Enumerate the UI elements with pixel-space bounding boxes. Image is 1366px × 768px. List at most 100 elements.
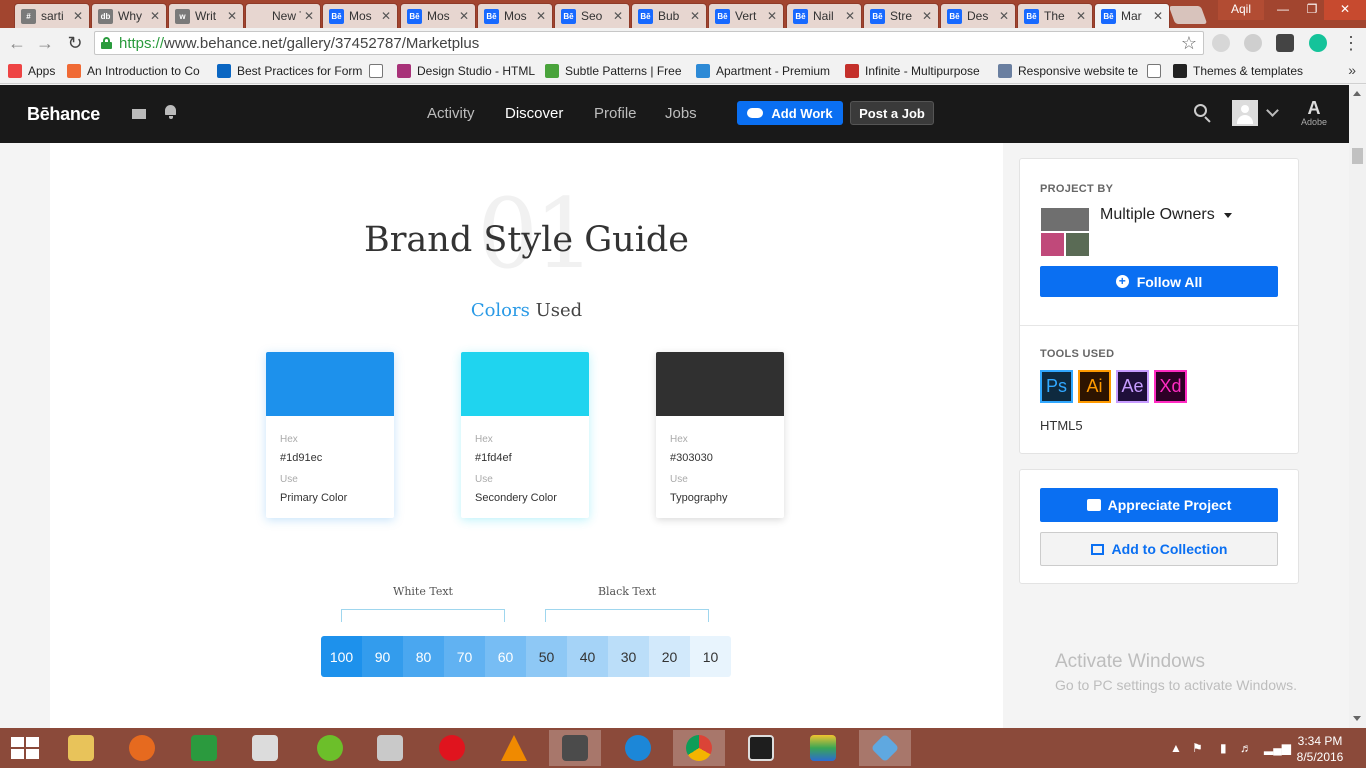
close-window-button[interactable]: ✕	[1324, 0, 1366, 20]
url-text[interactable]: https://www.behance.net/gallery/37452787…	[119, 35, 479, 52]
stack-app-icon[interactable]	[797, 730, 849, 766]
new-tab-button[interactable]	[1168, 6, 1208, 24]
tab-close-icon[interactable]: ✕	[767, 9, 777, 23]
browser-tab[interactable]: Bē Mos ✕	[400, 3, 476, 28]
extension-icon[interactable]	[1212, 34, 1230, 52]
after-effects-icon[interactable]: Ae	[1116, 370, 1149, 403]
battery-icon[interactable]: ▮	[1220, 728, 1227, 768]
tab-close-icon[interactable]: ✕	[459, 9, 469, 23]
tab-close-icon[interactable]: ✕	[999, 9, 1009, 23]
xd-icon[interactable]: Xd	[1154, 370, 1187, 403]
browser-tab[interactable]: Bē The ✕	[1017, 3, 1093, 28]
internet-explorer-icon[interactable]	[612, 730, 664, 766]
back-icon[interactable]: ←	[6, 32, 28, 54]
grammarly-icon[interactable]	[1309, 34, 1327, 52]
browser-tab[interactable]: Bē Mos ✕	[477, 3, 553, 28]
browser-tab[interactable]: Bē Bub ✕	[631, 3, 707, 28]
bookmark-item[interactable]: Subtle Patterns | Free	[545, 62, 687, 80]
network-icon[interactable]: ▂▄▆	[1264, 728, 1291, 768]
bookmark-item[interactable]: Infinite - Multipurpose	[845, 62, 988, 80]
bookmark-item[interactable]: Best Practices for Form	[217, 62, 362, 80]
tab-close-icon[interactable]: ✕	[381, 9, 391, 23]
appreciate-project-button[interactable]: Appreciate Project	[1040, 488, 1278, 522]
scroll-thumb[interactable]	[1352, 148, 1363, 164]
firefox-icon[interactable]	[116, 730, 168, 766]
tab-close-icon[interactable]: ✕	[690, 9, 700, 23]
windows-start-icon[interactable]	[11, 737, 39, 759]
illustrator-icon[interactable]: Ai	[1078, 370, 1111, 403]
tab-close-icon[interactable]: ✕	[845, 9, 855, 23]
editor-app-icon[interactable]	[735, 730, 787, 766]
action-center-icon[interactable]: ⚑	[1192, 728, 1203, 768]
avatar[interactable]	[1232, 100, 1258, 126]
page-scrollbar[interactable]	[1349, 85, 1366, 728]
paint-icon[interactable]	[364, 730, 416, 766]
nav-discover[interactable]: Discover	[505, 105, 563, 122]
browser-tab[interactable]: Bē Seo ✕	[554, 3, 630, 28]
photoshop-icon[interactable]: Ps	[1040, 370, 1073, 403]
nav-profile[interactable]: Profile	[594, 105, 637, 122]
opera-icon[interactable]	[426, 730, 478, 766]
forward-icon[interactable]: →	[34, 32, 56, 54]
mail-app-icon[interactable]	[239, 730, 291, 766]
post-job-button[interactable]: Post a Job	[850, 101, 934, 125]
tool-html5[interactable]: HTML5	[1040, 418, 1083, 433]
extension-icon[interactable]	[1244, 34, 1262, 52]
scroll-down-icon[interactable]	[1353, 716, 1361, 721]
volume-icon[interactable]: ♬	[1240, 728, 1252, 768]
menu-icon[interactable]: ⋮	[1340, 32, 1362, 54]
profile-button[interactable]: Aqil	[1218, 0, 1264, 20]
bookmarks-overflow[interactable]: »	[1348, 62, 1356, 78]
vlc-icon[interactable]	[488, 730, 540, 766]
browser-tab[interactable]: Bē Mar ✕	[1094, 3, 1170, 28]
bookmark-item[interactable]: Responsive website te	[998, 62, 1138, 80]
behance-logo[interactable]: Bēhance	[27, 104, 100, 125]
tab-close-icon[interactable]: ✕	[1153, 9, 1163, 23]
browser-tab[interactable]: Bē Mos ✕	[322, 3, 398, 28]
add-to-collection-button[interactable]: Add to Collection	[1040, 532, 1278, 566]
owner-name[interactable]: Multiple Owners	[1100, 206, 1215, 224]
bookmark-item[interactable]: Design Studio - HTML	[397, 62, 535, 80]
reload-icon[interactable]: ↻	[64, 32, 86, 54]
tab-close-icon[interactable]: ✕	[922, 9, 932, 23]
taskbar-clock[interactable]: 3:34 PM 8/5/2016	[1296, 733, 1344, 765]
tab-close-icon[interactable]: ✕	[536, 9, 546, 23]
browser-tab[interactable]: db Why ✕	[91, 3, 167, 28]
tab-close-icon[interactable]: ✕	[73, 9, 83, 23]
bell-icon[interactable]	[164, 105, 177, 119]
browser-tab[interactable]: Bē Vert ✕	[708, 3, 784, 28]
nav-jobs[interactable]: Jobs	[665, 105, 697, 122]
tab-close-icon[interactable]: ✕	[613, 9, 623, 23]
bookmark-star-icon[interactable]: ☆	[1181, 33, 1197, 54]
scroll-up-icon[interactable]	[1353, 91, 1361, 96]
browser-tab[interactable]: w Writ ✕	[168, 3, 244, 28]
bookmark-item[interactable]	[1147, 62, 1167, 80]
add-work-button[interactable]: Add Work	[737, 101, 843, 125]
tab-close-icon[interactable]: ✕	[1076, 9, 1086, 23]
bookmark-item[interactable]: Apps	[8, 62, 60, 80]
bookmark-item[interactable]	[369, 62, 389, 80]
tab-close-icon[interactable]: ✕	[227, 9, 237, 23]
browser-tab[interactable]: New Ta✕	[245, 3, 321, 28]
search-icon[interactable]	[1194, 104, 1212, 123]
browser-tab[interactable]: Bē Stre ✕	[863, 3, 939, 28]
tab-close-icon[interactable]: ✕	[150, 9, 160, 23]
store-icon[interactable]	[178, 730, 230, 766]
file-explorer-icon[interactable]	[55, 730, 107, 766]
address-bar[interactable]: https://www.behance.net/gallery/37452787…	[94, 31, 1204, 55]
maximize-button[interactable]: ❐	[1300, 0, 1324, 20]
evernote-icon[interactable]	[1276, 34, 1294, 52]
bookmark-item[interactable]: Apartment - Premium	[696, 62, 836, 80]
tab-close-icon[interactable]: ✕	[304, 9, 314, 23]
adobe-logo[interactable]: A Adobe	[1300, 99, 1328, 127]
nav-activity[interactable]: Activity	[427, 105, 475, 122]
sublime-text-icon[interactable]	[549, 730, 601, 766]
app-icon[interactable]	[304, 730, 356, 766]
gitkraken-icon[interactable]	[859, 730, 911, 766]
browser-tab[interactable]: # sarti ✕	[14, 3, 90, 28]
tray-overflow-icon[interactable]: ▲	[1170, 728, 1182, 768]
chrome-icon[interactable]	[673, 730, 725, 766]
browser-tab[interactable]: Bē Nail ✕	[786, 3, 862, 28]
follow-all-button[interactable]: + Follow All	[1040, 266, 1278, 297]
minimize-button[interactable]: —	[1266, 0, 1300, 20]
